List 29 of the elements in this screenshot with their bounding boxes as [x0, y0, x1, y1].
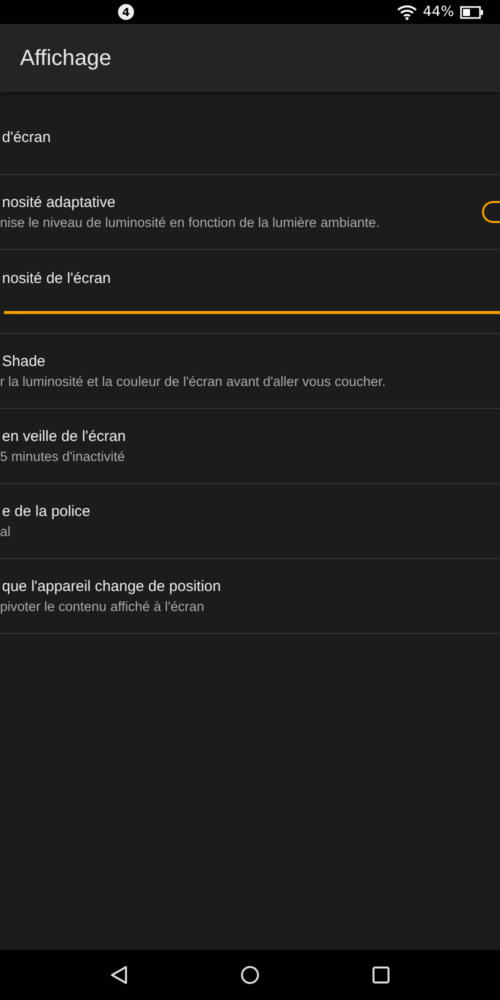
setting-title: en veille de l'écran	[1, 428, 127, 445]
setting-title: nosité adaptative	[1, 194, 116, 211]
settings-item[interactable]: en veille de l'écran 5 minutes d'inactivité	[0, 409, 500, 484]
settings-item[interactable]: que l'appareil change de position pivoter le contenu affiché à l'écran	[0, 559, 500, 634]
setting-title: que l'appareil change de position	[1, 578, 222, 595]
recents-icon[interactable]	[372, 966, 390, 984]
setting-title: nosité de l'écran	[1, 270, 112, 286]
notification-badge: 4	[118, 4, 134, 20]
setting-description: pivoter le contenu affiché à l'écran	[0, 599, 206, 614]
setting-description: r la luminosité et la couleur de l'écran avant d'aller vous coucher.	[0, 374, 387, 389]
settings-item[interactable]: nosité adaptative nise le niveau de luminosité en fonction de la lumière ambiante.	[0, 175, 500, 250]
setting-title: d'écran	[1, 128, 52, 146]
home-icon[interactable]	[240, 965, 260, 985]
setting-title: Shade	[1, 353, 46, 370]
back-icon[interactable]	[110, 965, 128, 985]
settings-item[interactable]: e de la police al	[0, 484, 500, 559]
setting-description: nise le niveau de luminosité en fonction de la lumière ambiante.	[0, 215, 381, 230]
wifi-icon	[396, 4, 417, 20]
setting-title: e de la police	[1, 503, 92, 520]
battery-icon	[460, 6, 484, 18]
settings-item[interactable]: Shade r la luminosité et la couleur de l'écran avant d'aller vous coucher.	[0, 334, 500, 409]
page-title: Affichage	[20, 45, 112, 71]
setting-description: al	[0, 524, 12, 539]
setting-description: 5 minutes d'inactivité	[0, 449, 126, 464]
toggle-switch[interactable]	[482, 201, 500, 223]
settings-item[interactable]: nosité de l'écran	[0, 250, 500, 334]
settings-item[interactable]: d'écran	[0, 100, 500, 175]
brightness-slider[interactable]	[4, 310, 500, 314]
battery-level: 44%	[422, 4, 454, 20]
